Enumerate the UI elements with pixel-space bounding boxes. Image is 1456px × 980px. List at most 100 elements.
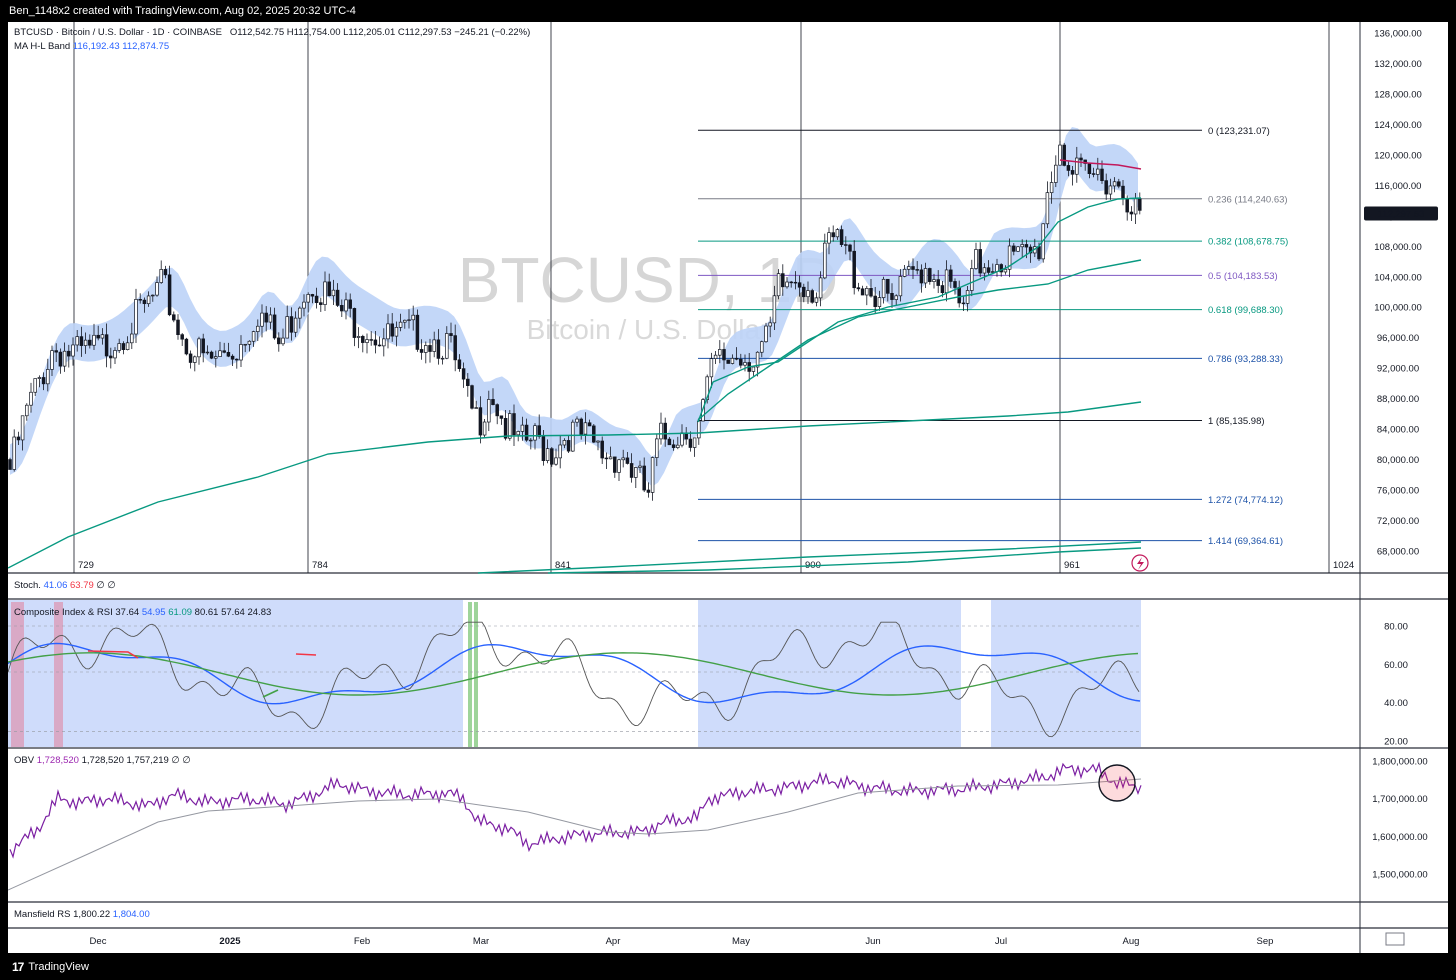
candle-body bbox=[499, 415, 504, 419]
candle-body bbox=[730, 357, 735, 364]
candle-body bbox=[823, 242, 827, 279]
legend-stoch-label[interactable]: Stoch. bbox=[14, 580, 41, 591]
candle-body bbox=[92, 334, 96, 346]
ci-red-marker bbox=[295, 653, 317, 656]
ci-pink-mark bbox=[11, 602, 24, 747]
candle-body bbox=[260, 312, 264, 327]
candle-body bbox=[478, 407, 483, 436]
price-axis-label: 108,000.00 bbox=[1374, 242, 1422, 253]
candle-body bbox=[629, 463, 634, 478]
fib-level-label: 0.5 (104,183.53) bbox=[1208, 271, 1278, 282]
candle-body bbox=[949, 269, 953, 282]
tradingview-brand: TradingView bbox=[28, 961, 89, 973]
chart-canvas[interactable]: BTCUSD, 1DBitcoin / U.S. Dollar729 784 841… bbox=[8, 22, 1448, 953]
candle-body bbox=[390, 323, 394, 337]
candle-body bbox=[453, 335, 457, 361]
candle-body bbox=[445, 333, 449, 359]
candle-body bbox=[793, 281, 798, 284]
candle-body bbox=[667, 438, 672, 446]
candle-body bbox=[58, 351, 63, 367]
candle-body bbox=[293, 317, 298, 333]
candle-body bbox=[877, 297, 882, 307]
candle-body bbox=[928, 268, 932, 282]
fib-level-label: 0.236 (114,240.63) bbox=[1208, 194, 1288, 205]
candle-body bbox=[184, 338, 189, 355]
candle-body bbox=[29, 391, 33, 406]
candle-body bbox=[986, 267, 991, 273]
price-axis-label: 92,000.00 bbox=[1377, 364, 1419, 375]
candle-body bbox=[625, 457, 630, 464]
candle-body bbox=[541, 436, 546, 461]
candle-body bbox=[340, 305, 344, 312]
candle-body bbox=[1129, 211, 1134, 215]
candle-body bbox=[302, 301, 306, 309]
candle-body bbox=[1003, 268, 1008, 273]
legend-mrs-label[interactable]: Mansfield RS bbox=[14, 909, 71, 920]
candle-body bbox=[688, 438, 693, 448]
candle-body bbox=[130, 333, 134, 344]
obv-axis-label: 1,800,000.00 bbox=[1372, 757, 1427, 768]
candle-body bbox=[373, 339, 378, 346]
candle-body bbox=[915, 269, 919, 271]
legend-mrs-v1: 1,800.22 bbox=[73, 909, 111, 920]
candle-body bbox=[1112, 181, 1117, 187]
candle-body bbox=[764, 325, 768, 343]
candle-body bbox=[1045, 192, 1050, 225]
legend-ohlc: O112,542.75 H112,754.00 L112,205.01 C112… bbox=[229, 27, 531, 38]
candle-body bbox=[835, 229, 840, 238]
candle-body bbox=[1049, 182, 1054, 194]
candle-body bbox=[529, 439, 533, 442]
legend-ci-label[interactable]: Composite Index & RSI bbox=[14, 607, 113, 618]
candle-body bbox=[436, 339, 441, 359]
chart-frame[interactable]: BTCUSD, 1D Bitcoin / U.S. Dollar 729 784 841… bbox=[8, 22, 1448, 953]
candle-body bbox=[356, 336, 361, 338]
candle-body bbox=[46, 369, 50, 385]
candle-body bbox=[12, 436, 16, 470]
candle-body bbox=[537, 425, 541, 437]
candle-body bbox=[298, 307, 302, 319]
candle-body bbox=[226, 351, 231, 357]
candle-body bbox=[621, 457, 625, 461]
candle-body bbox=[352, 308, 357, 338]
candle-body bbox=[676, 444, 680, 448]
bar-marker-label: 1024 bbox=[1333, 560, 1354, 571]
legend-ma-values: 116,192.43 112,874.75 bbox=[72, 41, 170, 52]
tradingview-logo[interactable]: 17 TradingView bbox=[12, 960, 89, 974]
candle-body bbox=[827, 232, 831, 244]
legend-obv-label[interactable]: OBV bbox=[14, 755, 34, 766]
legend-ci-row: Composite Index & RSI 37.64 54.95 61.09 … bbox=[14, 607, 271, 618]
candle-body bbox=[394, 327, 399, 337]
candle-body bbox=[831, 232, 835, 238]
candle-body bbox=[491, 399, 495, 405]
candle-body bbox=[222, 350, 226, 353]
candle-body bbox=[268, 314, 273, 323]
candle-body bbox=[100, 334, 105, 339]
candle-body bbox=[1133, 198, 1138, 215]
candle-body bbox=[457, 359, 462, 369]
ci-green-mark bbox=[474, 602, 478, 747]
legend-symbol[interactable]: BTCUSD · Bitcoin / U.S. Dollar · 1D · CO… bbox=[14, 27, 222, 38]
price-axis-label: 116,000.00 bbox=[1375, 181, 1422, 192]
candle-body bbox=[470, 385, 474, 409]
time-axis-label: Jun bbox=[865, 936, 880, 947]
candle-body bbox=[974, 249, 978, 269]
candle-body bbox=[613, 456, 617, 473]
candle-body bbox=[936, 279, 940, 286]
candle-body bbox=[327, 281, 331, 297]
candle-body bbox=[634, 467, 638, 478]
candle-body bbox=[596, 440, 600, 443]
candle-body bbox=[869, 288, 873, 297]
legend-ma-label[interactable]: MA H-L Band bbox=[14, 41, 70, 52]
candle-body bbox=[449, 333, 453, 336]
candle-body bbox=[193, 356, 197, 363]
candle-body bbox=[104, 334, 109, 357]
candle-body bbox=[789, 281, 793, 284]
candle-body bbox=[432, 339, 436, 352]
highlight-circle bbox=[1098, 764, 1136, 802]
legend-mrs-v2: 1,804.00 bbox=[112, 909, 150, 920]
fib-level-label: 0 (123,231.07) bbox=[1208, 126, 1270, 137]
obv-axis-label: 1,700,000.00 bbox=[1372, 794, 1427, 805]
candle-body bbox=[604, 457, 609, 460]
candle-body bbox=[839, 229, 844, 245]
candle-body bbox=[331, 289, 336, 297]
